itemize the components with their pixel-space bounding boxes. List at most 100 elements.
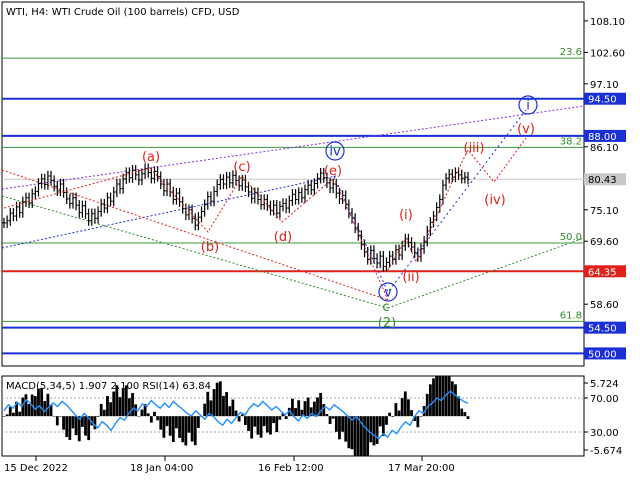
price-panel: 23.6 38.2 50.0 61.8 (a) (b) (c) (d) (e) (i) (ii) (… xyxy=(1,1,585,367)
macd-histogram-bar xyxy=(109,402,112,417)
macd-histogram-bar xyxy=(165,416,169,427)
price-tick-label: 86.10 xyxy=(590,143,619,154)
macd-histogram-bar xyxy=(419,416,423,417)
time-tick-label: 16 Feb 12:00 xyxy=(258,463,324,474)
price-tick-label: 102.60 xyxy=(590,48,625,59)
macd-histogram-bar xyxy=(149,416,153,423)
wave-label-green: c xyxy=(382,300,389,315)
macd-histogram-bar xyxy=(369,416,373,443)
macd-histogram-bar xyxy=(247,416,250,431)
macd-histogram-bar xyxy=(425,393,429,417)
macd-histogram-bar xyxy=(237,416,241,422)
macd-histogram-bar xyxy=(184,416,188,446)
fib-level-label: 50.0 xyxy=(560,232,582,243)
macd-histogram-bar xyxy=(52,415,56,417)
macd-histogram-bar xyxy=(171,416,175,443)
price-tick-label: 58.60 xyxy=(590,300,619,311)
macd-histogram-bar xyxy=(162,416,166,438)
macd-histogram-bar xyxy=(356,416,360,456)
macd-histogram-bar xyxy=(432,378,435,417)
macd-histogram-bar xyxy=(99,403,103,417)
macd-histogram-bar xyxy=(27,404,31,417)
macd-histogram-bar xyxy=(121,388,125,417)
macd-histogram-bar xyxy=(397,410,401,417)
macd-histogram-bar xyxy=(212,389,216,417)
macd-histogram-bar xyxy=(8,407,12,417)
chart-title: WTI, H4: WTI Crude Oil (100 barrels) CFD… xyxy=(6,7,240,18)
price-tick-label: 75.10 xyxy=(590,206,619,217)
macd-histogram-bar xyxy=(46,393,50,417)
macd-histogram-bar xyxy=(106,396,109,417)
macd-histogram-bar xyxy=(203,403,207,417)
macd-histogram-bar xyxy=(372,416,376,446)
macd-histogram-bar xyxy=(193,416,197,446)
macd-histogram-bar xyxy=(33,396,37,417)
indicator-axis: 5.724 70.00 30.00 -5.674 xyxy=(584,379,622,457)
wti-chart: 23.6 38.2 50.0 61.8 (a) (b) (c) (d) (e) (i) (ii) (… xyxy=(1,1,626,474)
macd-histogram-bar xyxy=(146,413,150,417)
wave-label-red: (e) xyxy=(324,164,342,179)
macd-histogram-bar xyxy=(71,416,75,429)
fib-level-label: 61.8 xyxy=(560,310,582,321)
macd-histogram-bar xyxy=(375,416,379,444)
macd-histogram-bar xyxy=(181,416,185,443)
macd-histogram-bar xyxy=(400,398,404,417)
level-price-tag-label: 88.00 xyxy=(588,132,617,143)
macd-histogram-bar xyxy=(59,416,62,417)
macd-histogram-bar xyxy=(40,387,44,417)
macd-histogram-bar xyxy=(347,416,351,449)
wave-label-red: (ii) xyxy=(402,270,419,285)
macd-histogram-bar xyxy=(178,416,181,438)
wave-label-red: (iii) xyxy=(464,141,485,156)
level-price-tag-label: 50.00 xyxy=(588,349,617,360)
macd-histogram-bar xyxy=(228,406,232,417)
macd-histogram-bar xyxy=(24,394,28,417)
macd-histogram-bar xyxy=(338,416,341,440)
macd-histogram-bar xyxy=(410,410,413,417)
macd-histogram-bar xyxy=(466,416,470,420)
macd-histogram-bar xyxy=(159,416,163,430)
indicator-tick-label: 5.724 xyxy=(590,379,619,390)
macd-histogram-bar xyxy=(328,416,332,424)
macd-histogram-bar xyxy=(450,381,454,417)
wave-label-red: (iv) xyxy=(484,193,505,208)
price-tick-label: 97.10 xyxy=(590,80,619,91)
wave-label-red: (b) xyxy=(201,240,219,255)
macd-histogram-bar xyxy=(388,412,392,417)
time-axis: 15 Dec 2022 18 Jan 04:00 16 Feb 12:00 17 Ma… xyxy=(4,456,455,474)
macd-histogram-bar xyxy=(96,416,100,417)
macd-histogram-bar xyxy=(435,376,439,417)
macd-histogram-bar xyxy=(215,382,219,417)
macd-histogram-bar xyxy=(350,416,354,450)
macd-histogram-bar xyxy=(353,416,357,456)
macd-histogram-bar xyxy=(206,391,210,417)
macd-histogram-bar xyxy=(378,416,382,427)
macd-histogram-bar xyxy=(334,416,338,432)
macd-histogram-bar xyxy=(196,416,200,428)
macd-histogram-bar xyxy=(55,416,59,426)
price-tick-label: 69.60 xyxy=(590,237,619,248)
indicator-panel: MACD(5,34,5) 1.907 2.100 RSI(14) 63.84 xyxy=(1,375,585,457)
macd-histogram-bar xyxy=(407,399,410,417)
level-price-tag-label: 54.50 xyxy=(588,324,617,335)
macd-histogram-bar xyxy=(43,400,47,417)
indicator-tick-label: 30.00 xyxy=(590,428,619,439)
macd-histogram-bar xyxy=(74,416,78,436)
macd-histogram-bar xyxy=(306,397,310,417)
macd-histogram-bar xyxy=(385,416,388,425)
macd-histogram-bar xyxy=(394,403,398,417)
macd-histogram-bar xyxy=(272,416,276,424)
macd-histogram-bar xyxy=(256,416,260,435)
macd-histogram-bar xyxy=(93,416,97,430)
macd-histogram-bar xyxy=(250,416,254,439)
time-tick-label: 15 Dec 2022 xyxy=(4,463,68,474)
macd-histogram-bar xyxy=(244,416,247,425)
current-price-tag-label: 80.43 xyxy=(588,175,617,186)
wave-label-green: (2) xyxy=(378,316,396,331)
macd-histogram-bar xyxy=(102,409,106,417)
macd-histogram-bar xyxy=(175,416,178,429)
macd-histogram-bar xyxy=(2,416,6,417)
price-tags: 94.50 88.00 64.35 54.50 50.00 80.43 xyxy=(584,92,626,360)
macd-histogram-bar xyxy=(278,416,282,420)
wave-label-blue: i xyxy=(526,99,530,114)
